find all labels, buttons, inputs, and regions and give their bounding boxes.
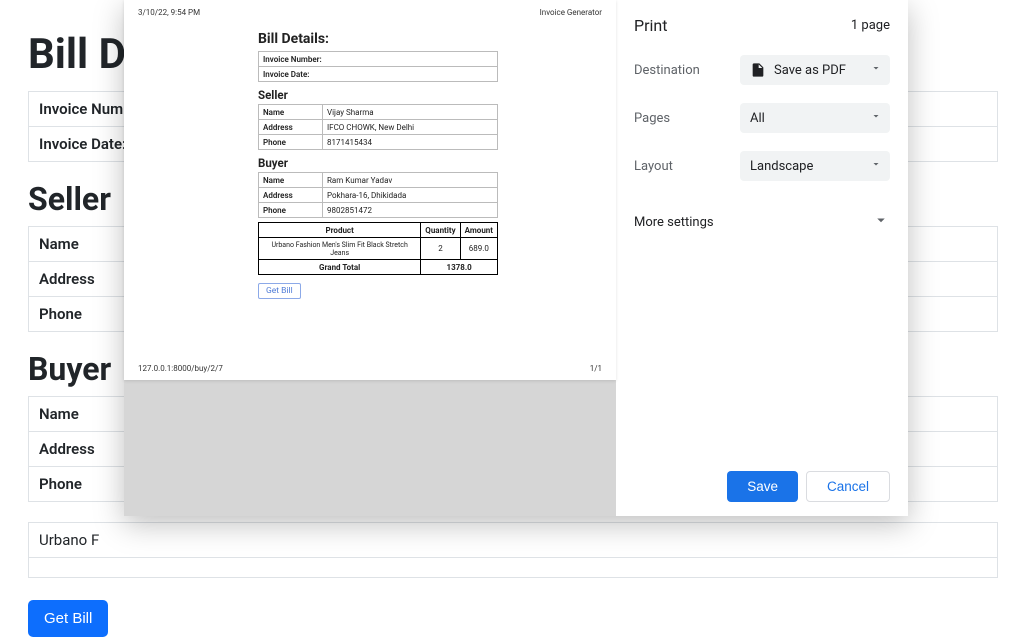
pv-buyer-name: Ram Kumar Yadav — [323, 173, 498, 188]
pv-grand-total-value: 1378.0 — [421, 260, 498, 275]
chevron-down-icon — [870, 62, 882, 78]
preview-page-indicator: 1/1 — [590, 364, 602, 373]
layout-value: Landscape — [750, 159, 813, 174]
more-settings-toggle[interactable]: More settings — [634, 207, 890, 237]
preview-timestamp: 3/10/22, 9:54 PM — [138, 8, 200, 17]
pv-seller-table: NameVijay Sharma AddressIFCO CHOWK, New … — [258, 104, 498, 150]
preview-header: 3/10/22, 9:54 PM Invoice Generator — [138, 8, 602, 17]
chevron-down-icon — [870, 158, 882, 174]
get-bill-button[interactable]: Get Bill — [28, 600, 108, 637]
pv-buyer-phone: 9802851472 — [323, 203, 498, 218]
pv-product-name: Urbano Fashion Men's Slim Fit Black Stre… — [259, 238, 421, 260]
pv-invoice-date-label: Invoice Date: — [259, 67, 498, 82]
more-settings-label: More settings — [634, 215, 714, 230]
print-title: Print — [634, 16, 667, 35]
save-button[interactable]: Save — [727, 471, 798, 502]
pv-phone-label-2: Phone — [259, 203, 323, 218]
pv-address-label-2: Address — [259, 188, 323, 203]
pv-grand-total-label: Grand Total — [259, 260, 421, 275]
panel-header: Print 1 page — [634, 16, 890, 35]
pages-value: All — [750, 111, 765, 126]
layout-label: Layout — [634, 159, 740, 174]
product-row-text: Urbano F — [29, 523, 998, 558]
pv-seller-heading: Seller — [258, 88, 482, 102]
preview-footer-url: 127.0.0.1:8000/buy/2/7 — [138, 364, 223, 373]
pv-name-label-2: Name — [259, 173, 323, 188]
destination-select[interactable]: Save as PDF — [740, 55, 890, 85]
pv-buyer-table: NameRam Kumar Yadav AddressPokhara-16, D… — [258, 172, 498, 218]
panel-buttons: Save Cancel — [727, 471, 890, 502]
pv-seller-name: Vijay Sharma — [323, 105, 498, 120]
pv-buyer-heading: Buyer — [258, 156, 482, 170]
chevron-down-icon — [870, 110, 882, 126]
layout-row: Layout Landscape — [634, 151, 890, 181]
product-table-bg: Urbano F — [28, 522, 998, 578]
pv-seller-address: IFCO CHOWK, New Delhi — [323, 120, 498, 135]
print-dialog: 3/10/22, 9:54 PM Invoice Generator Bill … — [124, 0, 908, 516]
pv-col-amount: Amount — [460, 223, 497, 238]
pv-address-label: Address — [259, 120, 323, 135]
pv-invoice-num-label: Invoice Number: — [259, 52, 498, 67]
layout-select[interactable]: Landscape — [740, 151, 890, 181]
cancel-button[interactable]: Cancel — [806, 471, 890, 502]
pages-label: Pages — [634, 111, 740, 126]
pv-col-quantity: Quantity — [421, 223, 460, 238]
pdf-icon — [750, 62, 766, 78]
page-count: 1 page — [851, 18, 890, 33]
pages-select[interactable]: All — [740, 103, 890, 133]
preview-footer: 127.0.0.1:8000/buy/2/7 1/1 — [138, 364, 602, 373]
pv-name-label: Name — [259, 105, 323, 120]
pv-bill-details: Bill Details: — [258, 31, 482, 47]
pv-product-amount: 689.0 — [460, 238, 497, 260]
preview-app-title: Invoice Generator — [540, 8, 602, 17]
print-preview-area: 3/10/22, 9:54 PM Invoice Generator Bill … — [124, 0, 616, 516]
pv-get-bill-btn: Get Bill — [258, 283, 301, 299]
destination-label: Destination — [634, 63, 740, 78]
pv-col-product: Product — [259, 223, 421, 238]
pages-row: Pages All — [634, 103, 890, 133]
pv-invoice-meta: Invoice Number: Invoice Date: — [258, 51, 498, 82]
print-settings-panel: Print 1 page Destination Save as PDF Pag… — [616, 0, 908, 516]
pv-product-table: Product Quantity Amount Urbano Fashion M… — [258, 222, 498, 275]
pv-buyer-address: Pokhara-16, Dhikidada — [323, 188, 498, 203]
pv-seller-phone: 8171415434 — [323, 135, 498, 150]
pv-product-qty: 2 — [421, 238, 460, 260]
pv-phone-label: Phone — [259, 135, 323, 150]
print-preview-page: 3/10/22, 9:54 PM Invoice Generator Bill … — [124, 0, 616, 380]
chevron-down-icon — [872, 211, 890, 233]
destination-row: Destination Save as PDF — [634, 55, 890, 85]
preview-body: Bill Details: Invoice Number: Invoice Da… — [138, 31, 602, 299]
destination-value: Save as PDF — [774, 63, 846, 78]
